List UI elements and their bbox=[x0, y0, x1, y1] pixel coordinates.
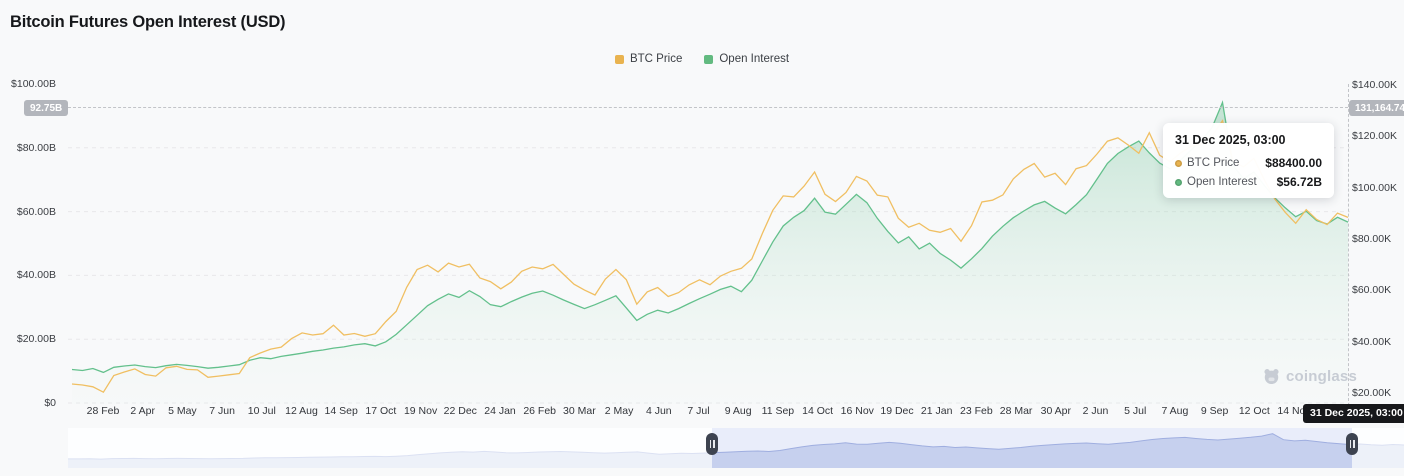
right-axis-tick-label: $40.00K bbox=[1352, 335, 1392, 348]
x-axis: 28 Feb 2 Apr 5 May 7 Jun 10 Jul 12 Aug 14 Sep 1… bbox=[0, 405, 1404, 421]
navigator-left-handle[interactable] bbox=[706, 433, 718, 455]
chart-legend: BTC Price Open Interest bbox=[0, 53, 1404, 65]
btc-price-dot-icon bbox=[1175, 159, 1182, 167]
coinglass-watermark: coinglass bbox=[1262, 367, 1357, 386]
right-axis-tick-label: $20.00K bbox=[1352, 387, 1392, 399]
legend-item-btc-price[interactable]: BTC Price bbox=[614, 53, 683, 65]
tooltip-label: Open Interest bbox=[1187, 176, 1257, 188]
coinglass-chart-page: Bitcoin Futures Open Interest (USD) BTC … bbox=[0, 0, 1404, 476]
navigator-selected-range[interactable] bbox=[712, 428, 1352, 468]
main-chart-svg bbox=[68, 100, 1350, 404]
right-axis-tick-label: $120.00K bbox=[1352, 130, 1397, 143]
crosshair-right-value-tag: 131,164.74 bbox=[1349, 100, 1404, 116]
legend-label: Open Interest bbox=[719, 53, 790, 65]
watermark-text: coinglass bbox=[1286, 368, 1357, 385]
left-y-axis: $100.00B $80.00B $60.00B $40.00B $20.00B $0 bbox=[0, 0, 62, 420]
right-y-axis: $140.00K $120.00K $100.00K $80.00K $60.00K $4… bbox=[1352, 0, 1404, 420]
left-axis-tick-label: $20.00B bbox=[16, 333, 56, 346]
tooltip-value: $56.72B bbox=[1276, 175, 1322, 189]
tooltip-row-btc-price: BTC Price $88400.00 bbox=[1175, 156, 1322, 170]
left-axis-tick-label: $40.00B bbox=[16, 269, 56, 282]
chart-tooltip: 31 Dec 2025, 03:00 BTC Price $88400.00 O… bbox=[1163, 123, 1334, 198]
navigator[interactable] bbox=[68, 428, 1404, 468]
navigator-right-handle[interactable] bbox=[1346, 433, 1358, 455]
btc-price-swatch-icon bbox=[614, 54, 624, 64]
chart-plot-area[interactable] bbox=[68, 84, 1350, 404]
right-axis-tick-label: $80.00K bbox=[1352, 233, 1392, 245]
legend-label: BTC Price bbox=[629, 53, 683, 65]
tooltip-date: 31 Dec 2025, 03:00 bbox=[1175, 133, 1286, 147]
navigator-dim-left bbox=[68, 428, 712, 468]
coinglass-logo-icon bbox=[1264, 369, 1279, 385]
crosshair-left-value-tag: 92.75B bbox=[24, 100, 69, 116]
right-axis-tick-label: $140.00K bbox=[1352, 79, 1397, 91]
right-axis-tick-label: $60.00K bbox=[1352, 284, 1392, 297]
navigator-dim-right bbox=[1352, 428, 1404, 468]
right-axis-tick-label: $100.00K bbox=[1352, 181, 1397, 194]
tooltip-row-open-interest: Open Interest $56.72B bbox=[1175, 175, 1322, 189]
left-axis-tick-label: $100.00B bbox=[11, 78, 56, 90]
left-axis-tick-label: $80.00B bbox=[16, 141, 56, 154]
legend-item-open-interest[interactable]: Open Interest bbox=[704, 53, 789, 65]
left-axis-tick-label: $60.00B bbox=[16, 205, 56, 218]
crosshair-horizontal-line bbox=[68, 107, 1348, 108]
open-interest-swatch-icon bbox=[704, 54, 714, 64]
tooltip-value: $88400.00 bbox=[1265, 156, 1322, 170]
open-interest-dot-icon bbox=[1175, 178, 1182, 186]
crosshair-date-tag: 31 Dec 2025, 03:00 bbox=[1303, 404, 1404, 423]
tooltip-label: BTC Price bbox=[1187, 157, 1240, 169]
